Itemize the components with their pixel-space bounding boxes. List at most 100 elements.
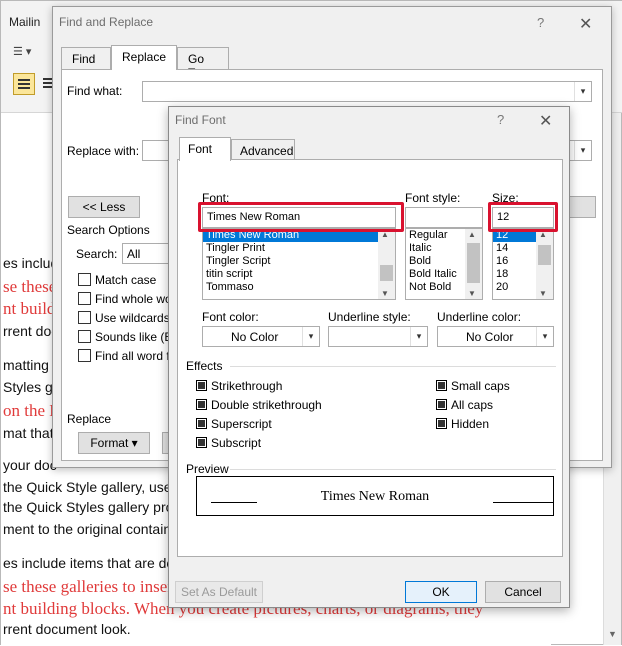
list-item[interactable]: Tommaso (203, 281, 395, 294)
checkbox-icon[interactable] (78, 349, 91, 362)
checkbox-icon[interactable] (196, 437, 207, 448)
scroll-thumb[interactable] (380, 265, 393, 281)
doc-line: es include items that are desi (3, 555, 185, 571)
chevron-down-icon[interactable]: ▾ (536, 327, 553, 346)
size-list-scrollbar[interactable]: ▲ ▼ (536, 229, 553, 299)
dialog-title: Find and Replace (59, 15, 154, 29)
checkbox-label: Use wildcards (95, 311, 170, 325)
list-item[interactable]: Tingler Print (203, 242, 395, 255)
preview-label: Preview (186, 462, 229, 476)
search-label: Search: (76, 247, 118, 261)
small-caps-checkbox[interactable]: Small caps (436, 379, 510, 393)
font-highlight-box (198, 202, 404, 232)
checkbox-icon[interactable] (78, 311, 91, 324)
wildcards-checkbox[interactable]: Use wildcards (78, 311, 170, 325)
font-color-value: No Color (231, 330, 279, 344)
doc-line: mat that (3, 425, 54, 441)
whole-word-checkbox[interactable]: Find whole word (78, 292, 182, 306)
double-strikethrough-checkbox[interactable]: Double strikethrough (196, 398, 322, 412)
tab-replace[interactable]: Replace (111, 45, 177, 70)
chevron-down-icon[interactable]: ▼ (381, 289, 389, 298)
align-left-button[interactable] (13, 73, 35, 95)
checkbox-icon[interactable] (78, 292, 91, 305)
list-item[interactable]: Tingler Script (203, 255, 395, 268)
subscript-checkbox[interactable]: Subscript (196, 436, 261, 450)
chevron-up-icon[interactable]: ▲ (468, 230, 476, 239)
cancel-button[interactable]: Cancel (485, 581, 561, 603)
doc-line: nt build (3, 299, 56, 318)
divider (230, 366, 556, 367)
help-icon[interactable]: ? (497, 112, 504, 127)
chevron-down-icon[interactable]: ▾ (302, 327, 319, 346)
checkbox-icon[interactable] (196, 380, 207, 391)
tab-goto[interactable]: Go To (177, 47, 229, 80)
font-style-label: Font style: (405, 191, 461, 205)
doc-line: se these (3, 277, 57, 296)
underline-style-label: Underline style: (328, 310, 411, 324)
chevron-down-icon[interactable]: ▼ (539, 289, 547, 298)
doc-line: the Quick Styles gallery prov (3, 499, 181, 515)
help-icon[interactable]: ? (537, 15, 544, 30)
word-forms-checkbox[interactable]: Find all word for (78, 349, 180, 363)
font-list[interactable]: Times New Roman Tingler Print Tingler Sc… (202, 228, 396, 300)
checkbox-label: All caps (451, 398, 494, 412)
preview-rule-right (493, 502, 553, 503)
replace-with-label: Replace with: (67, 144, 140, 158)
chevron-down-icon[interactable]: ▾ (574, 82, 591, 101)
close-icon[interactable]: ✕ (579, 14, 592, 34)
checkbox-icon[interactable] (436, 399, 447, 410)
style-list-scrollbar[interactable]: ▲ ▼ (465, 229, 482, 299)
superscript-checkbox[interactable]: Superscript (196, 417, 272, 431)
doc-line: rrent doc (3, 323, 59, 339)
checkbox-icon[interactable] (78, 330, 91, 343)
divider (230, 469, 556, 470)
underline-color-label: Underline color: (437, 310, 522, 324)
find-what-input[interactable]: ▾ (142, 81, 592, 102)
chevron-down-icon[interactable]: ▾ (574, 141, 591, 160)
doc-line: the Quick Style gallery, use t (3, 479, 180, 495)
scroll-down-icon[interactable]: ▼ (608, 629, 617, 639)
font-style-input[interactable] (405, 207, 483, 228)
list-icon[interactable]: ☰ ▾ (13, 45, 31, 58)
scroll-thumb[interactable] (538, 245, 551, 265)
font-style-list[interactable]: Regular Italic Bold Bold Italic Not Bold… (405, 228, 483, 300)
size-list[interactable]: 12 14 16 18 20 ▲ ▼ (492, 228, 554, 300)
find-font-dialog: Find Font ? ✕ Font Advanced Font: Times … (168, 106, 570, 608)
font-color-select[interactable]: No Color ▾ (202, 326, 320, 347)
chevron-down-icon[interactable]: ▾ (410, 327, 427, 346)
underline-color-select[interactable]: No Color ▾ (437, 326, 554, 347)
ok-button[interactable]: OK (405, 581, 477, 603)
set-as-default-button[interactable]: Set As Default (175, 581, 263, 603)
less-button[interactable]: << Less (68, 196, 140, 218)
doc-line: ment to the original contain (3, 521, 172, 537)
all-caps-checkbox[interactable]: All caps (436, 398, 493, 412)
format-button[interactable]: Format ▾ (78, 432, 150, 454)
checkbox-label: Small caps (451, 379, 510, 393)
hidden-checkbox[interactable]: Hidden (436, 417, 489, 431)
strikethrough-checkbox[interactable]: Strikethrough (196, 379, 282, 393)
checkbox-label: Superscript (211, 417, 272, 431)
chevron-down-icon[interactable]: ▼ (468, 289, 476, 298)
tab-font[interactable]: Font (179, 137, 231, 161)
checkbox-icon[interactable] (196, 399, 207, 410)
tab-advanced[interactable]: Advanced (231, 139, 295, 161)
font-list-scrollbar[interactable]: ▲ ▼ (378, 229, 395, 299)
checkbox-label: Match case (95, 273, 157, 287)
doc-line: your doc (3, 457, 57, 473)
checkbox-icon[interactable] (78, 273, 91, 286)
font-panel: Font: Times New Roman Times New Roman Ti… (177, 159, 563, 557)
search-direction-value: All (127, 247, 141, 261)
effects-label: Effects (186, 359, 223, 373)
underline-color-value: No Color (466, 330, 514, 344)
close-icon[interactable]: ✕ (539, 111, 552, 131)
checkbox-icon[interactable] (436, 418, 447, 429)
word-title: Mailin (9, 15, 41, 29)
underline-style-select[interactable]: ▾ (328, 326, 428, 347)
list-item[interactable]: titin script (203, 268, 395, 281)
scroll-thumb[interactable] (467, 243, 480, 283)
font-color-label: Font color: (202, 310, 259, 324)
tab-find[interactable]: Find (61, 47, 111, 69)
match-case-checkbox[interactable]: Match case (78, 273, 156, 287)
checkbox-icon[interactable] (196, 418, 207, 429)
checkbox-icon[interactable] (436, 380, 447, 391)
